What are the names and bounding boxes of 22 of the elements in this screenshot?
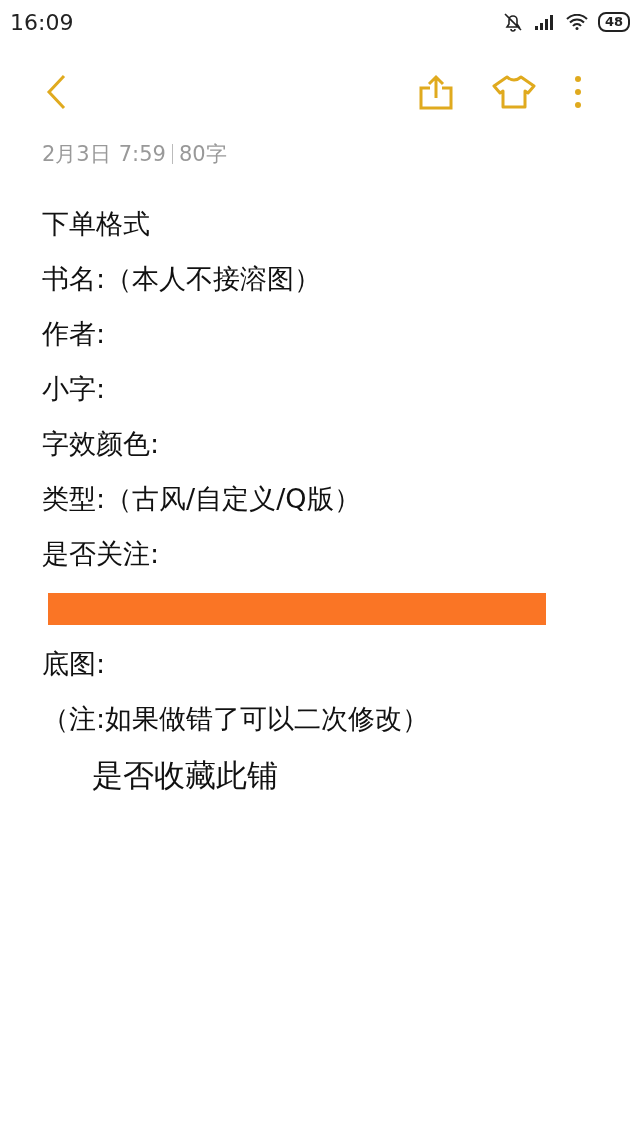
- share-icon[interactable]: [418, 74, 454, 110]
- note-line: 是否收藏此铺: [92, 756, 278, 795]
- status-time: 16:09: [10, 9, 74, 35]
- tshirt-icon[interactable]: [492, 75, 536, 109]
- note-line: 书名:（本人不接溶图）: [42, 261, 322, 296]
- note-time: 7:59: [118, 142, 166, 166]
- note-line: （注:如果做错了可以二次修改）: [42, 701, 430, 736]
- note-date: 2月3日: [42, 141, 111, 168]
- battery-icon: 48: [597, 12, 630, 32]
- more-icon[interactable]: [574, 75, 582, 109]
- note-line: 是否关注:: [42, 536, 160, 571]
- muted-bell-icon: [501, 11, 524, 33]
- wifi-icon: [565, 14, 588, 30]
- signal-icon: [533, 14, 556, 30]
- note-line: 底图:: [42, 646, 106, 681]
- note-line: 作者:: [42, 316, 106, 351]
- note-line: 下单格式: [42, 206, 150, 241]
- word-count: 80字: [178, 141, 227, 168]
- note-line: 类型:（古风/自定义/Q版）: [42, 481, 361, 516]
- note-line: 小字:: [42, 371, 106, 406]
- note-line: 字效颜色:: [42, 426, 160, 461]
- back-icon[interactable]: [46, 74, 68, 110]
